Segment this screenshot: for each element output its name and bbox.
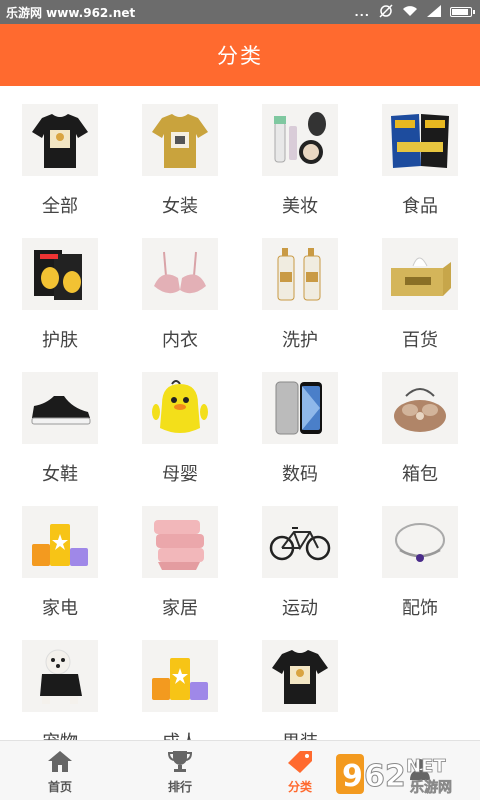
trophy-icon [165,748,195,774]
svg-text:9: 9 [342,759,363,794]
category-underwear[interactable]: 内衣 [120,220,240,354]
shampoo-bottles-image [262,238,338,310]
nav-label: 分类 [287,779,312,794]
category-home[interactable]: 家居 [120,488,240,622]
category-label: 男装 [282,728,318,740]
nav-home[interactable]: 首页 [0,741,120,800]
home-icon [45,748,75,774]
alarm-off-icon [379,3,393,21]
category-appliances[interactable]: 家电 [0,488,120,622]
category-label: 箱包 [402,464,438,485]
category-washcare[interactable]: 洗护 [240,220,360,354]
category-womens-shoes[interactable]: 女鞋 [0,354,120,488]
more-dots: ... [354,5,370,19]
status-watermark-text: 乐游网 www.962.net [6,5,136,20]
nav-ranking[interactable]: 排行 [120,741,240,800]
category-all[interactable]: 全部 [0,86,120,220]
status-icons: ... [354,3,475,21]
smartphone-image [262,372,338,444]
cosmetics-image [262,104,338,176]
category-label: 洗护 [282,330,318,351]
category-accessories[interactable]: 配饰 [360,488,480,622]
sneaker-image [22,372,98,444]
svg-text:62: 62 [364,759,406,794]
bracelet-image [382,506,458,578]
yellow-tshirt-image [142,104,218,176]
category-label: 家居 [162,598,198,619]
category-mens-clothing[interactable]: 男装 [240,622,360,740]
category-digital[interactable]: 数码 [240,354,360,488]
svg-text:乐游网: 乐游网 [410,779,452,796]
nav-label: 排行 [167,779,192,794]
watermark-logo: 9 62 NET 乐游网 [336,746,476,796]
category-pets[interactable]: 宠物 [0,622,120,740]
tissue-box-image [382,238,458,310]
chips-image [382,104,458,176]
category-general-goods[interactable]: 百货 [360,220,480,354]
category-label: 女鞋 [42,464,78,485]
bicycle-image [262,506,338,578]
category-grid: 全部 女装 美妆 食品 护肤 内衣 洗护 百货 女鞋 母婴 数码 箱包 家电 家… [0,86,480,740]
wifi-icon [402,5,418,20]
blocks-image [142,640,218,712]
category-womens-clothing[interactable]: 女装 [120,86,240,220]
app-header: 分类 [0,24,480,86]
category-label: 百货 [402,330,438,351]
quilt-image [142,506,218,578]
category-label: 美妆 [282,196,318,217]
category-label: 数码 [282,464,318,485]
battery-icon [450,7,475,17]
black-tshirt-image [22,104,98,176]
skincare-mask-image [22,238,98,310]
category-label: 家电 [42,598,78,619]
category-bags[interactable]: 箱包 [360,354,480,488]
category-label: 运动 [282,598,318,619]
black-tshirt-image [262,640,338,712]
tag-icon [285,748,315,774]
dog-image [22,640,98,712]
fur-bag-image [382,372,458,444]
bra-image [142,238,218,310]
svg-text:NET: NET [406,756,446,777]
category-food[interactable]: 食品 [360,86,480,220]
category-label: 食品 [402,196,438,217]
category-label: 全部 [42,196,78,217]
category-label: 成人 [162,728,198,740]
status-bar: 乐游网 www.962.net ... [0,0,480,24]
category-cosmetics[interactable]: 美妆 [240,86,360,220]
category-mother-baby[interactable]: 母婴 [120,354,240,488]
duck-bottle-image [142,372,218,444]
category-label: 母婴 [162,464,198,485]
category-label: 女装 [162,196,198,217]
category-adult[interactable]: 成人 [120,622,240,740]
category-sports[interactable]: 运动 [240,488,360,622]
blocks-image [22,506,98,578]
category-skincare[interactable]: 护肤 [0,220,120,354]
category-label: 护肤 [42,330,78,351]
category-label: 内衣 [162,330,198,351]
category-label: 配饰 [402,598,438,619]
nav-label: 首页 [47,779,72,794]
category-label: 宠物 [42,728,78,740]
signal-icon [427,4,441,20]
page-title: 分类 [217,44,263,68]
